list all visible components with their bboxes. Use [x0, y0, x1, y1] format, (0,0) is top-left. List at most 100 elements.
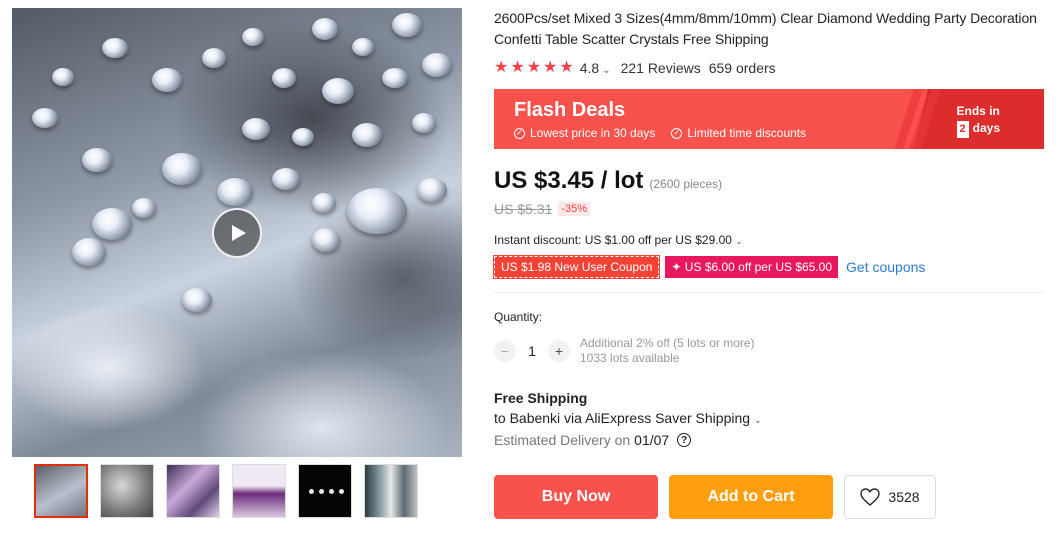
- thumbnail-1[interactable]: [34, 464, 88, 518]
- estimated-delivery-date: 01/07: [634, 432, 670, 448]
- new-user-coupon[interactable]: US $1.98 New User Coupon: [492, 255, 661, 279]
- purchase-actions: Buy Now Add to Cart 3528: [494, 475, 936, 519]
- quantity-input[interactable]: 1: [516, 343, 548, 359]
- crystal: [102, 38, 128, 58]
- product-title: 2600Pcs/set Mixed 3 Sizes(4mm/8mm/10mm) …: [494, 10, 1037, 47]
- days-count: 2: [956, 121, 969, 138]
- thumbnail-4[interactable]: [232, 464, 286, 518]
- rating-stars[interactable]: ★ ★ ★ ★ ★: [494, 60, 574, 76]
- crystal: [312, 18, 338, 40]
- thumbnail-6[interactable]: [364, 464, 418, 518]
- orders-count: 659 orders: [708, 60, 776, 76]
- pieces-count: (2600 pieces): [649, 177, 723, 191]
- crystal: [312, 228, 340, 252]
- crystal: [217, 178, 253, 206]
- play-video-button[interactable]: [212, 208, 262, 258]
- flash-deals-title: Flash Deals: [514, 99, 626, 121]
- buy-now-button[interactable]: Buy Now: [494, 475, 658, 519]
- rating-row: ★ ★ ★ ★ ★ 4.8 ⌄ 221 Reviews 659 orders: [494, 60, 1046, 77]
- star-icon: ★: [494, 59, 509, 76]
- crystal: [152, 68, 182, 92]
- ends-in-label: Ends in: [956, 104, 1000, 118]
- estimated-delivery-label: Estimated Delivery on: [494, 432, 631, 448]
- original-price-row: US $5.31 -35%: [494, 201, 1046, 217]
- crystal: [417, 178, 447, 202]
- flash-deals-banner: Flash Deals ✓ Lowest price in 30 days ✓ Li…: [494, 89, 1044, 149]
- countdown: Ends in 2 days: [956, 103, 1000, 138]
- check-circle-icon: ✓: [671, 127, 683, 139]
- crystal: [242, 118, 270, 140]
- rating-value[interactable]: 4.8 ⌄: [580, 60, 611, 76]
- crystal: [162, 153, 202, 185]
- crystal: [202, 48, 226, 68]
- crystal: [32, 108, 58, 128]
- crystal: [182, 288, 212, 312]
- coupon-row: US $1.98 New User Coupon ✦ US $6.00 off …: [492, 255, 1046, 279]
- thumbnail-5[interactable]: [298, 464, 352, 518]
- help-icon[interactable]: ?: [677, 433, 692, 447]
- flash-benefits: ✓ Lowest price in 30 days ✓ Limited time d…: [514, 126, 806, 140]
- star-icon: ★: [526, 59, 542, 76]
- crystal: [72, 238, 106, 266]
- crystal: [132, 198, 156, 218]
- shipping-destination[interactable]: to Babenki via AliExpress Saver Shipping…: [494, 410, 1046, 426]
- add-to-cart-button[interactable]: Add to Cart: [669, 475, 833, 519]
- benefit-limited-time: Limited time discounts: [687, 126, 807, 140]
- thumbnail-3[interactable]: [166, 464, 220, 518]
- crystal: [352, 123, 382, 147]
- quantity-info: Additional 2% off (5 lots or more) 1033 …: [580, 336, 755, 366]
- current-price: US $3.45 / lot: [494, 167, 644, 194]
- original-price: US $5.31: [494, 201, 553, 217]
- crystal: [347, 188, 407, 234]
- crystal: [52, 68, 74, 86]
- increase-quantity-button[interactable]: +: [548, 340, 570, 362]
- crystal: [322, 78, 354, 104]
- crystal: [82, 148, 112, 172]
- quantity-label: Quantity:: [494, 310, 543, 324]
- store-coupon[interactable]: ✦ US $6.00 off per US $65.00: [665, 256, 839, 278]
- play-icon: [232, 225, 246, 241]
- crystal: [412, 113, 436, 133]
- wishlist-count: 3528: [888, 489, 920, 505]
- divider: [494, 292, 1044, 293]
- shipping-title: Free Shipping: [494, 390, 588, 406]
- estimated-delivery: Estimated Delivery on 01/07 ?: [494, 432, 1046, 448]
- crystal: [352, 38, 374, 56]
- crystal: [242, 28, 264, 46]
- star-icon: ★: [510, 59, 525, 76]
- crystal: [292, 128, 314, 146]
- chevron-down-icon: ⌄: [753, 415, 762, 425]
- thumbnail-strip: [34, 464, 418, 518]
- crystal: [272, 168, 300, 190]
- reviews-link[interactable]: 221 Reviews: [621, 60, 701, 76]
- crystal: [312, 193, 336, 213]
- crystal: [329, 489, 334, 494]
- crystal: [309, 489, 314, 494]
- stock-available: 1033 lots available: [580, 351, 680, 365]
- check-circle-icon: ✓: [514, 127, 525, 139]
- crystal: [339, 489, 344, 494]
- main-product-image[interactable]: [12, 8, 462, 457]
- chevron-down-icon: ⌄: [602, 65, 611, 76]
- get-coupons-link[interactable]: Get coupons: [846, 259, 925, 275]
- crystal: [422, 53, 452, 77]
- benefit-lowest-price: Lowest price in 30 days: [530, 126, 656, 140]
- instant-discount[interactable]: Instant discount: US $1.00 off per US $2…: [494, 233, 1046, 247]
- chevron-down-icon: ⌄: [735, 236, 743, 246]
- crystal: [382, 68, 408, 88]
- price-row: US $3.45 / lot (2600 pieces): [494, 167, 1046, 195]
- days-label: days: [972, 121, 1000, 135]
- discount-badge: -35%: [558, 202, 591, 216]
- product-details: 2600Pcs/set Mixed 3 Sizes(4mm/8mm/10mm) …: [492, 8, 1046, 448]
- thumbnail-2[interactable]: [100, 464, 154, 518]
- crystal: [92, 208, 132, 240]
- wishlist-button[interactable]: 3528: [844, 475, 936, 519]
- crystal: [319, 489, 324, 494]
- crystal: [272, 68, 296, 88]
- heart-icon: [860, 488, 881, 506]
- product-gallery: [12, 8, 462, 457]
- bulk-discount-note: Additional 2% off (5 lots or more): [580, 336, 755, 350]
- star-icon: ★: [559, 59, 574, 76]
- decrease-quantity-button[interactable]: −: [494, 340, 516, 362]
- quantity-stepper: − 1 + Additional 2% off (5 lots or more)…: [494, 336, 1046, 366]
